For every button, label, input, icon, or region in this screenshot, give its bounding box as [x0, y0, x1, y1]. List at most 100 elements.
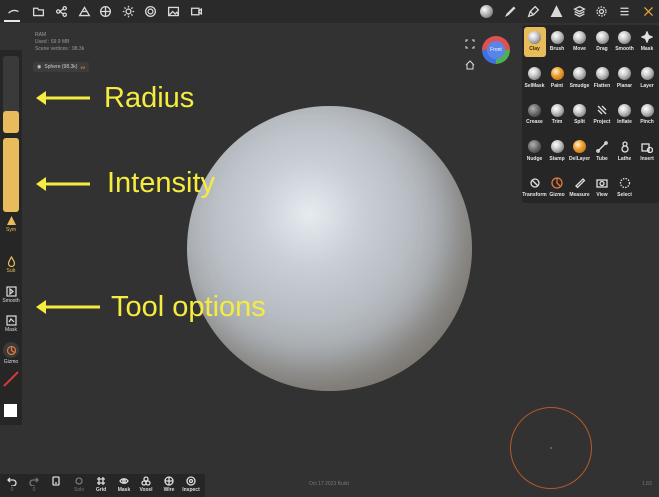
drag-ball-icon — [595, 30, 609, 44]
tool-flatten[interactable]: Flatten — [591, 64, 613, 94]
view-cube[interactable]: Front — [482, 36, 510, 64]
tool-label: Split — [574, 119, 585, 125]
tool-view[interactable]: View — [591, 173, 613, 203]
tool-gizmo[interactable]: Gizmo — [546, 173, 568, 203]
undo-icon — [7, 477, 17, 486]
mesh-chip[interactable]: ◉ Sphere (98.3k) vv — [33, 62, 89, 72]
mask-square-icon — [5, 315, 17, 326]
mask-view-button[interactable]: Mask — [114, 476, 134, 493]
tool-mask[interactable]: Mask — [636, 27, 658, 57]
menu-list-icon[interactable] — [616, 3, 632, 19]
tool-split[interactable]: Split — [569, 100, 591, 130]
tube-icon — [595, 140, 609, 154]
wire-button[interactable]: Wire — [159, 476, 179, 493]
tool-trim[interactable]: Trim — [546, 100, 568, 130]
tool-transform[interactable]: Transform — [522, 173, 547, 203]
inspect-button[interactable]: Inspect — [181, 476, 201, 493]
eye-icon: ◉ — [37, 64, 42, 70]
lathe-icon — [618, 140, 632, 154]
active-indicator — [4, 20, 20, 22]
pencil-icon[interactable] — [502, 3, 518, 19]
inspect-icon — [186, 476, 196, 486]
inspect-label: Inspect — [182, 487, 200, 493]
tool-brush[interactable]: Brush — [546, 27, 568, 57]
tool-select[interactable]: Select — [614, 173, 636, 203]
color-swatch[interactable] — [4, 404, 17, 417]
tool-clay[interactable]: Clay — [523, 27, 546, 57]
stroke-color-icon[interactable] — [3, 371, 19, 387]
tablet-icon — [52, 476, 60, 486]
grid-button[interactable]: Grid — [91, 476, 111, 493]
tool-planar[interactable]: Planar — [614, 64, 636, 94]
intensity-annotation: Intensity — [107, 167, 215, 199]
view-cube-face[interactable]: Front — [487, 41, 505, 59]
material-icon[interactable] — [97, 3, 113, 19]
radius-annotation: Radius — [104, 82, 195, 114]
tool-selmask[interactable]: SelMask — [524, 64, 546, 94]
layers-icon[interactable] — [571, 3, 587, 19]
tool-drag[interactable]: Drag — [591, 27, 613, 57]
triangle-icon[interactable] — [548, 3, 564, 19]
tool-label: View — [596, 192, 608, 198]
tool-label: Tube — [596, 155, 608, 162]
radius-slider-fill — [3, 111, 19, 133]
fullscreen-icon[interactable] — [465, 36, 475, 49]
home-view-icon[interactable] — [465, 57, 475, 70]
tool-label: Lathe — [617, 155, 632, 162]
sub-toggle[interactable]: Sub — [0, 256, 22, 274]
redo-count: 0 — [32, 487, 36, 493]
solo-label: Solo — [73, 487, 84, 493]
solo-button[interactable]: Solo — [69, 476, 89, 493]
tool-nudge[interactable]: Nudge — [524, 137, 546, 167]
sub-label: Sub — [6, 268, 16, 274]
gizmo-shortcut[interactable]: Gizmo — [0, 342, 22, 365]
measure-icon — [573, 176, 587, 190]
top-toolbar — [0, 0, 659, 23]
voxel-button[interactable]: Voxel — [136, 476, 156, 493]
tool-smudge[interactable]: Smudge — [569, 64, 591, 94]
smooth-shortcut[interactable]: Smooth — [0, 286, 22, 304]
tool-pinch[interactable]: Pinch — [636, 100, 658, 130]
undo-button[interactable]: 0 — [2, 476, 22, 493]
tool-label: Layer — [640, 82, 654, 89]
gizmo-label: Gizmo — [3, 359, 19, 365]
scene-graph-icon[interactable] — [53, 3, 69, 19]
tool-move[interactable]: Move — [569, 27, 591, 57]
tool-project[interactable]: Project — [591, 100, 613, 130]
tool-label: Trim — [551, 119, 563, 125]
tool-stamp[interactable]: Stamp — [546, 137, 568, 167]
material-sphere-icon[interactable] — [478, 3, 494, 19]
tool-measure[interactable]: Measure — [569, 173, 591, 203]
tool-label: Crease — [526, 119, 543, 125]
paint-brush-icon[interactable] — [525, 3, 541, 19]
tool-dellayer[interactable]: DelLayer — [569, 137, 591, 167]
postprocess-icon[interactable] — [142, 3, 158, 19]
tool-smooth[interactable]: Smooth — [614, 27, 636, 57]
tool-crease[interactable]: Crease — [524, 100, 546, 130]
tool-insert[interactable]: Insert — [636, 137, 658, 167]
topology-icon[interactable] — [76, 3, 92, 19]
stroke-button[interactable] — [46, 476, 66, 486]
tool-label: SelMask — [524, 82, 545, 89]
sculpt-sphere[interactable] — [187, 106, 472, 391]
image-icon[interactable] — [165, 3, 181, 19]
close-tools-icon[interactable] — [640, 3, 656, 19]
folder-icon[interactable] — [30, 3, 46, 19]
mask-shortcut[interactable]: Mask — [0, 315, 22, 333]
tool-layer[interactable]: Layer — [636, 64, 658, 94]
brush-stroke-icon[interactable] — [5, 3, 21, 19]
light-sun-icon[interactable] — [120, 3, 136, 19]
video-icon[interactable] — [188, 3, 204, 19]
tool-lathe[interactable]: Lathe — [614, 137, 636, 167]
settings-gear-icon[interactable] — [593, 3, 609, 19]
trim-ball-icon — [550, 103, 564, 117]
symmetry-toggle[interactable]: Sym — [0, 215, 22, 233]
intensity-slider[interactable] — [3, 138, 19, 212]
radius-slider[interactable] — [3, 56, 19, 133]
tool-inflate[interactable]: Inflate — [614, 100, 636, 130]
tool-paint[interactable]: Paint — [546, 64, 568, 94]
redo-button[interactable]: 0 — [24, 476, 44, 493]
tool-tube[interactable]: Tube — [591, 137, 613, 167]
mask-label: Mask — [5, 327, 17, 333]
mesh-chip-label: Sphere (98.3k) — [44, 64, 78, 70]
